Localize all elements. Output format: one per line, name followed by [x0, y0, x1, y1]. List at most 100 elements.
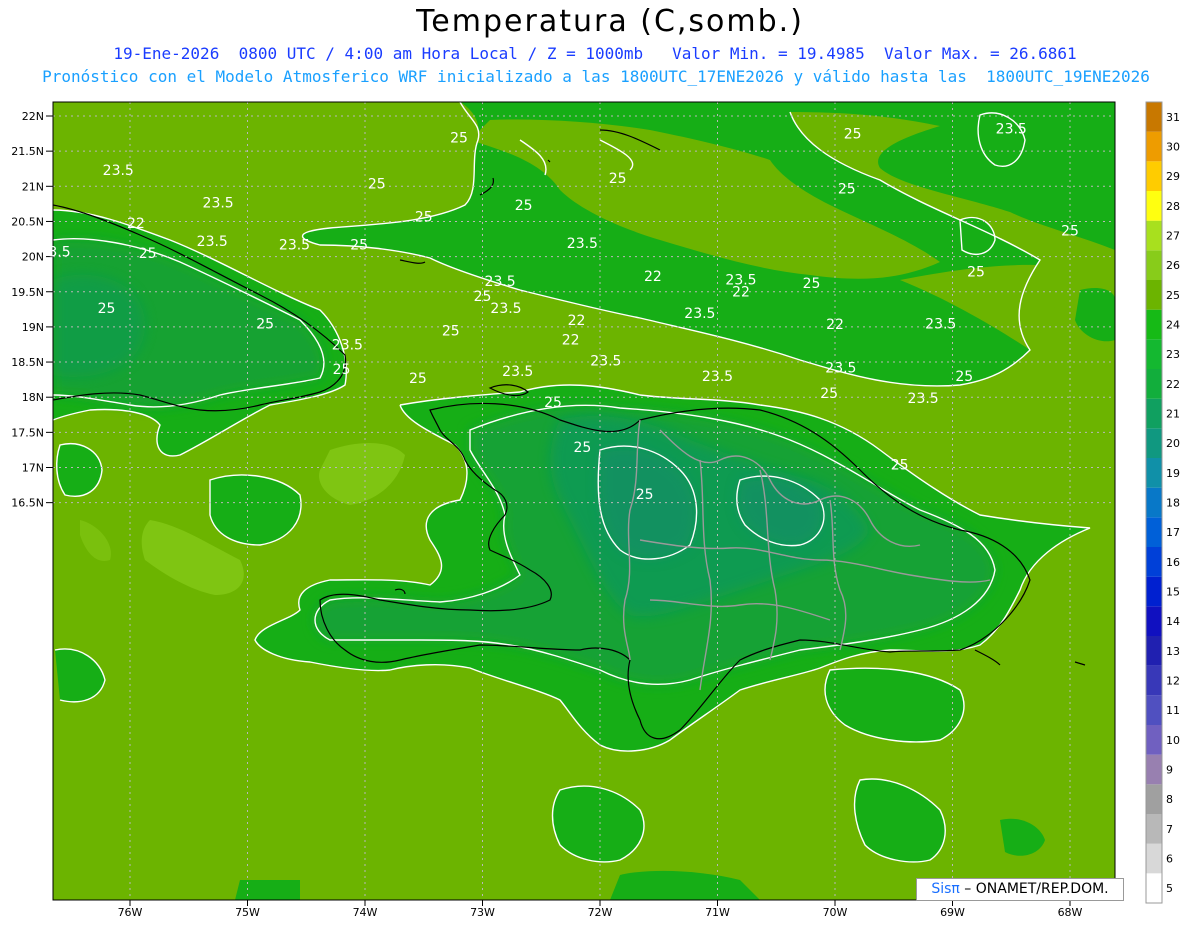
- color-level-label: 31: [1166, 111, 1180, 124]
- color-swatch: [1146, 814, 1162, 844]
- contour-label: 23.5: [908, 391, 939, 407]
- lon-label: 71W: [705, 906, 730, 919]
- color-level-label: 17: [1166, 526, 1180, 539]
- lon-label: 76W: [118, 906, 143, 919]
- onamet-label: – ONAMET/REP.DOM.: [959, 881, 1109, 897]
- contour-label: 23.5: [925, 316, 956, 332]
- contour-label: 25: [636, 487, 654, 503]
- color-swatch: [1146, 280, 1162, 310]
- contour-label: 23.5: [103, 163, 134, 179]
- contour-label: 22: [127, 216, 145, 232]
- lat-label: 16.5N: [11, 497, 44, 510]
- color-level-label: 9: [1166, 764, 1173, 777]
- contour-label: 25: [838, 181, 856, 197]
- color-swatch: [1146, 754, 1162, 785]
- color-level-label: 21: [1166, 408, 1180, 421]
- contour-label: 25: [415, 209, 433, 225]
- contour-label: 23.5: [702, 369, 733, 385]
- contour-label: 22: [644, 269, 662, 285]
- contour-label: 25: [256, 316, 274, 332]
- color-swatch: [1146, 636, 1162, 666]
- color-level-label: 28: [1166, 200, 1180, 213]
- color-level-label: 8: [1166, 793, 1173, 806]
- lat-label: 19N: [22, 321, 44, 334]
- contour-label: 25: [98, 301, 116, 317]
- lat-label: 20N: [22, 251, 44, 264]
- contour-label: 23.5: [996, 122, 1027, 138]
- color-swatch: [1146, 369, 1162, 399]
- color-swatch: [1146, 339, 1162, 369]
- color-level-label: 6: [1166, 853, 1173, 866]
- color-level-label: 11: [1166, 704, 1180, 717]
- contour-label: 23.5: [825, 361, 856, 377]
- contour-label: 25: [409, 371, 427, 387]
- lat-label: 21.5N: [11, 145, 44, 158]
- contour-label: 25: [474, 289, 492, 305]
- contour-label: 25: [891, 458, 909, 474]
- color-swatch: [1146, 873, 1162, 903]
- contour-label: 25: [442, 323, 460, 339]
- color-level-label: 30: [1166, 141, 1180, 154]
- lat-label: 19.5N: [11, 286, 44, 299]
- color-swatch: [1146, 695, 1162, 725]
- color-level-label: 20: [1166, 437, 1180, 450]
- color-level-label: 23: [1166, 348, 1180, 361]
- contour-label: 25: [515, 198, 533, 214]
- color-level-label: 25: [1166, 289, 1180, 302]
- contour-label: 23.5: [490, 301, 521, 317]
- contour-label: 23.5: [332, 337, 363, 353]
- contour-label: 23.5: [590, 354, 621, 370]
- contour-label: 23.5: [197, 234, 228, 250]
- color-level-label: 10: [1166, 734, 1180, 747]
- color-level-label: 24: [1166, 319, 1180, 332]
- lat-label: 17N: [22, 462, 44, 475]
- color-level-label: 27: [1166, 230, 1180, 243]
- lat-label: 22N: [22, 110, 44, 123]
- color-swatch: [1146, 309, 1162, 340]
- color-swatch: [1146, 191, 1162, 221]
- contour-label: 25: [820, 386, 838, 402]
- contour-label: 3.5: [48, 245, 70, 261]
- contour-label: 25: [333, 362, 351, 378]
- contour-label: 25: [544, 395, 562, 411]
- contour-label: 25: [967, 264, 985, 280]
- color-swatch: [1146, 250, 1162, 280]
- temperature-map: 22N 21.5N 21N 20.5N 20N 19.5N 19N 18.5N 18N 17.5N…: [11, 101, 1180, 919]
- color-level-label: 14: [1166, 615, 1180, 628]
- color-level-label: 29: [1166, 170, 1180, 183]
- color-swatch: [1146, 220, 1162, 251]
- color-swatch: [1146, 131, 1162, 162]
- lat-label: 20.5N: [11, 215, 44, 228]
- color-level-label: 26: [1166, 259, 1180, 272]
- lat-label: 17.5N: [11, 426, 44, 439]
- contour-label: 25: [955, 369, 973, 385]
- color-level-label: 22: [1166, 378, 1180, 391]
- contour-label: 22: [732, 285, 750, 301]
- contour-label: 25: [450, 131, 468, 147]
- contour-label: 25: [139, 246, 157, 262]
- lat-label: 18N: [22, 391, 44, 404]
- lon-label: 74W: [353, 906, 378, 919]
- lon-label: 73W: [470, 906, 495, 919]
- color-swatch: [1146, 576, 1162, 607]
- lat-label: 21N: [22, 180, 44, 193]
- contour-label: 25: [803, 276, 821, 292]
- contour-label: 25: [368, 176, 386, 192]
- latitude-labels: 22N 21.5N 21N 20.5N 20N 19.5N 19N 18.5N 18N 17.5N…: [11, 110, 53, 510]
- color-swatch: [1146, 458, 1162, 488]
- contour-label: 25: [609, 171, 627, 187]
- color-swatch: [1146, 161, 1162, 191]
- color-swatch: [1146, 665, 1162, 696]
- lon-label: 75W: [235, 906, 260, 919]
- color-swatch: [1146, 487, 1162, 518]
- sispi-logo: Sisπ: [931, 881, 960, 897]
- lon-label: 70W: [823, 906, 848, 919]
- color-swatch: [1146, 517, 1162, 547]
- color-level-label: 16: [1166, 556, 1180, 569]
- source-badge: Sisπ – ONAMET/REP.DOM.: [916, 878, 1124, 901]
- color-swatch: [1146, 428, 1162, 458]
- color-level-label: 19: [1166, 467, 1180, 480]
- contour-label: 25: [573, 440, 591, 456]
- contour-label: 22: [562, 332, 580, 348]
- contour-label: 23.5: [684, 306, 715, 322]
